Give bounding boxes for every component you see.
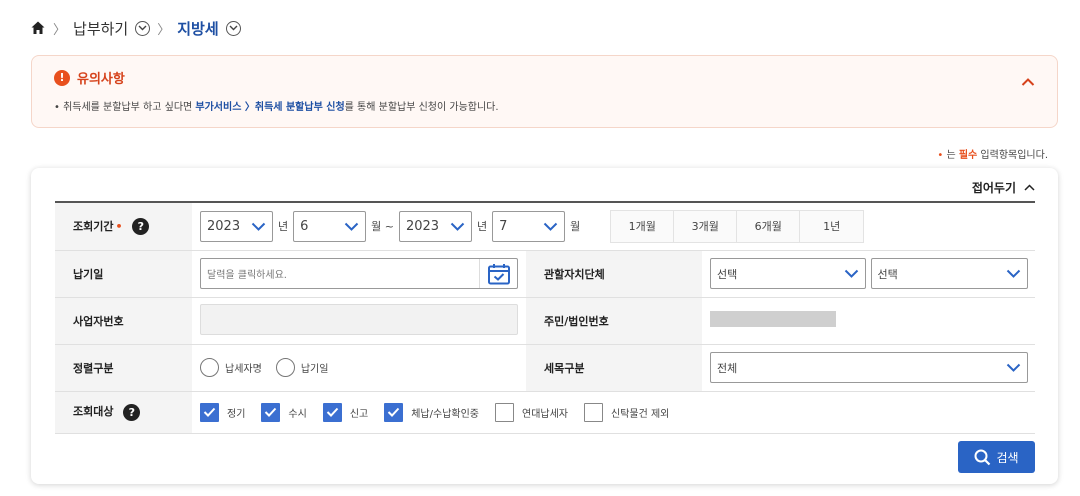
tax-item-select[interactable]: 전체 (710, 352, 1028, 383)
pay-date-cell: 달력을 클릭하세요. (192, 250, 526, 298)
chevron-down-icon (251, 222, 266, 231)
notice-title: ! 유의사항 (54, 68, 125, 87)
calendar-icon[interactable] (479, 259, 517, 288)
sort-cell: 납세자명 납기일 (192, 344, 526, 392)
resident-no-cell (702, 297, 1035, 345)
fold-button[interactable]: 접어두기 (972, 179, 1035, 196)
search-panel: 접어두기 조회기간 • ? 2023 년 6 월 ~ 2023 년 7 월 1개… (31, 168, 1058, 484)
help-icon[interactable]: ? (132, 218, 150, 235)
resident-no-label: 주민/법인번호 (526, 297, 702, 345)
chevron-down-icon (844, 269, 859, 278)
chevron-down-icon (450, 222, 465, 231)
sort-radio-duedate[interactable]: 납기일 (275, 358, 328, 377)
breadcrumb: 〉 납부하기 〉 지방세 (30, 17, 241, 39)
chevron-down-circle-icon[interactable] (225, 20, 241, 36)
start-year-select[interactable]: 2023 (200, 210, 273, 242)
help-icon[interactable]: ? (123, 403, 141, 421)
biz-no-input (200, 303, 518, 335)
search-form: 조회기간 • ? 2023 년 6 월 ~ 2023 년 7 월 1개월 3개월 6개월… (55, 201, 1035, 434)
biz-no-label: 사업자번호 (55, 297, 192, 345)
target-cell: 정기 수시 신고 체납/수납확인중 연대납세자 신탁물건 제외 (192, 391, 1035, 434)
notice-text: • 취득세를 분할납부 하고 싶다면 부가서비스 〉취득세 분할납부 신청를 통… (54, 102, 499, 113)
target-label: 조회대상 ? (55, 391, 192, 434)
breadcrumb-item-payment[interactable]: 납부하기 (73, 18, 128, 39)
checkbox-regular[interactable]: 정기 (200, 402, 245, 422)
end-year-select[interactable]: 2023 (398, 210, 472, 242)
period-label: 조회기간 • ? (55, 202, 192, 251)
home-icon[interactable] (30, 20, 46, 36)
chevron-down-icon (1006, 269, 1020, 278)
period-3month-button[interactable]: 3개월 (674, 210, 738, 242)
pay-date-input[interactable]: 달력을 클릭하세요. (200, 258, 518, 289)
notice-box: ! 유의사항 • 취득세를 분할납부 하고 싶다면 부가서비스 〉취득세 분할납… (31, 55, 1058, 128)
pay-date-label: 납기일 (55, 250, 192, 298)
chevron-down-circle-icon[interactable] (135, 20, 151, 36)
search-button[interactable]: 검색 (958, 441, 1035, 473)
biz-no-cell (192, 297, 526, 345)
period-fields: 2023 년 6 월 ~ 2023 년 7 월 1개월 3개월 6개월 1년 (192, 202, 1035, 251)
warning-icon: ! (54, 69, 70, 86)
checkbox-joint-taxpayer[interactable]: 연대납세자 (495, 402, 568, 422)
breadcrumb-item-local-tax[interactable]: 지방세 (177, 18, 218, 39)
split-payment-link[interactable]: 부가서비스 〉취득세 분할납부 신청 (195, 102, 344, 113)
chevron-down-icon (543, 222, 558, 231)
start-month-select[interactable]: 6 (293, 210, 367, 242)
jurisdiction-select-1[interactable]: 선택 (710, 258, 866, 289)
chevron-right-icon: 〉 (53, 22, 67, 38)
chevron-up-icon[interactable] (1021, 72, 1035, 86)
tax-item-cell: 전체 (702, 344, 1035, 392)
sort-radio-taxpayer[interactable]: 납세자명 (200, 358, 262, 377)
search-icon (974, 449, 991, 465)
jurisdiction-cell: 선택 선택 (702, 250, 1035, 298)
required-note: • 는 필수 입력항목입니다. (937, 150, 1048, 161)
chevron-down-icon (1006, 363, 1021, 372)
chevron-down-icon (344, 222, 359, 231)
checkbox-exclude-trust[interactable]: 신탁물건 제외 (584, 402, 669, 422)
jurisdiction-label: 관할자치단체 (526, 250, 702, 298)
period-1year-button[interactable]: 1년 (800, 210, 864, 242)
end-month-select[interactable]: 7 (492, 210, 566, 242)
chevron-right-icon: 〉 (157, 22, 171, 38)
chevron-up-icon (1024, 184, 1035, 191)
quick-period-group: 1개월 3개월 6개월 1년 (610, 209, 865, 243)
jurisdiction-select-2[interactable]: 선택 (870, 258, 1028, 289)
masked-value (710, 311, 836, 327)
tax-item-label: 세목구분 (526, 344, 702, 392)
sort-label: 정렬구분 (55, 344, 192, 392)
period-6month-button[interactable]: 6개월 (737, 210, 801, 242)
checkbox-arrears[interactable]: 체납/수납확인중 (384, 402, 479, 422)
checkbox-report[interactable]: 신고 (322, 402, 368, 422)
period-1month-button[interactable]: 1개월 (611, 210, 675, 242)
checkbox-occasional[interactable]: 수시 (261, 402, 307, 422)
notice-title-text: 유의사항 (77, 72, 125, 87)
